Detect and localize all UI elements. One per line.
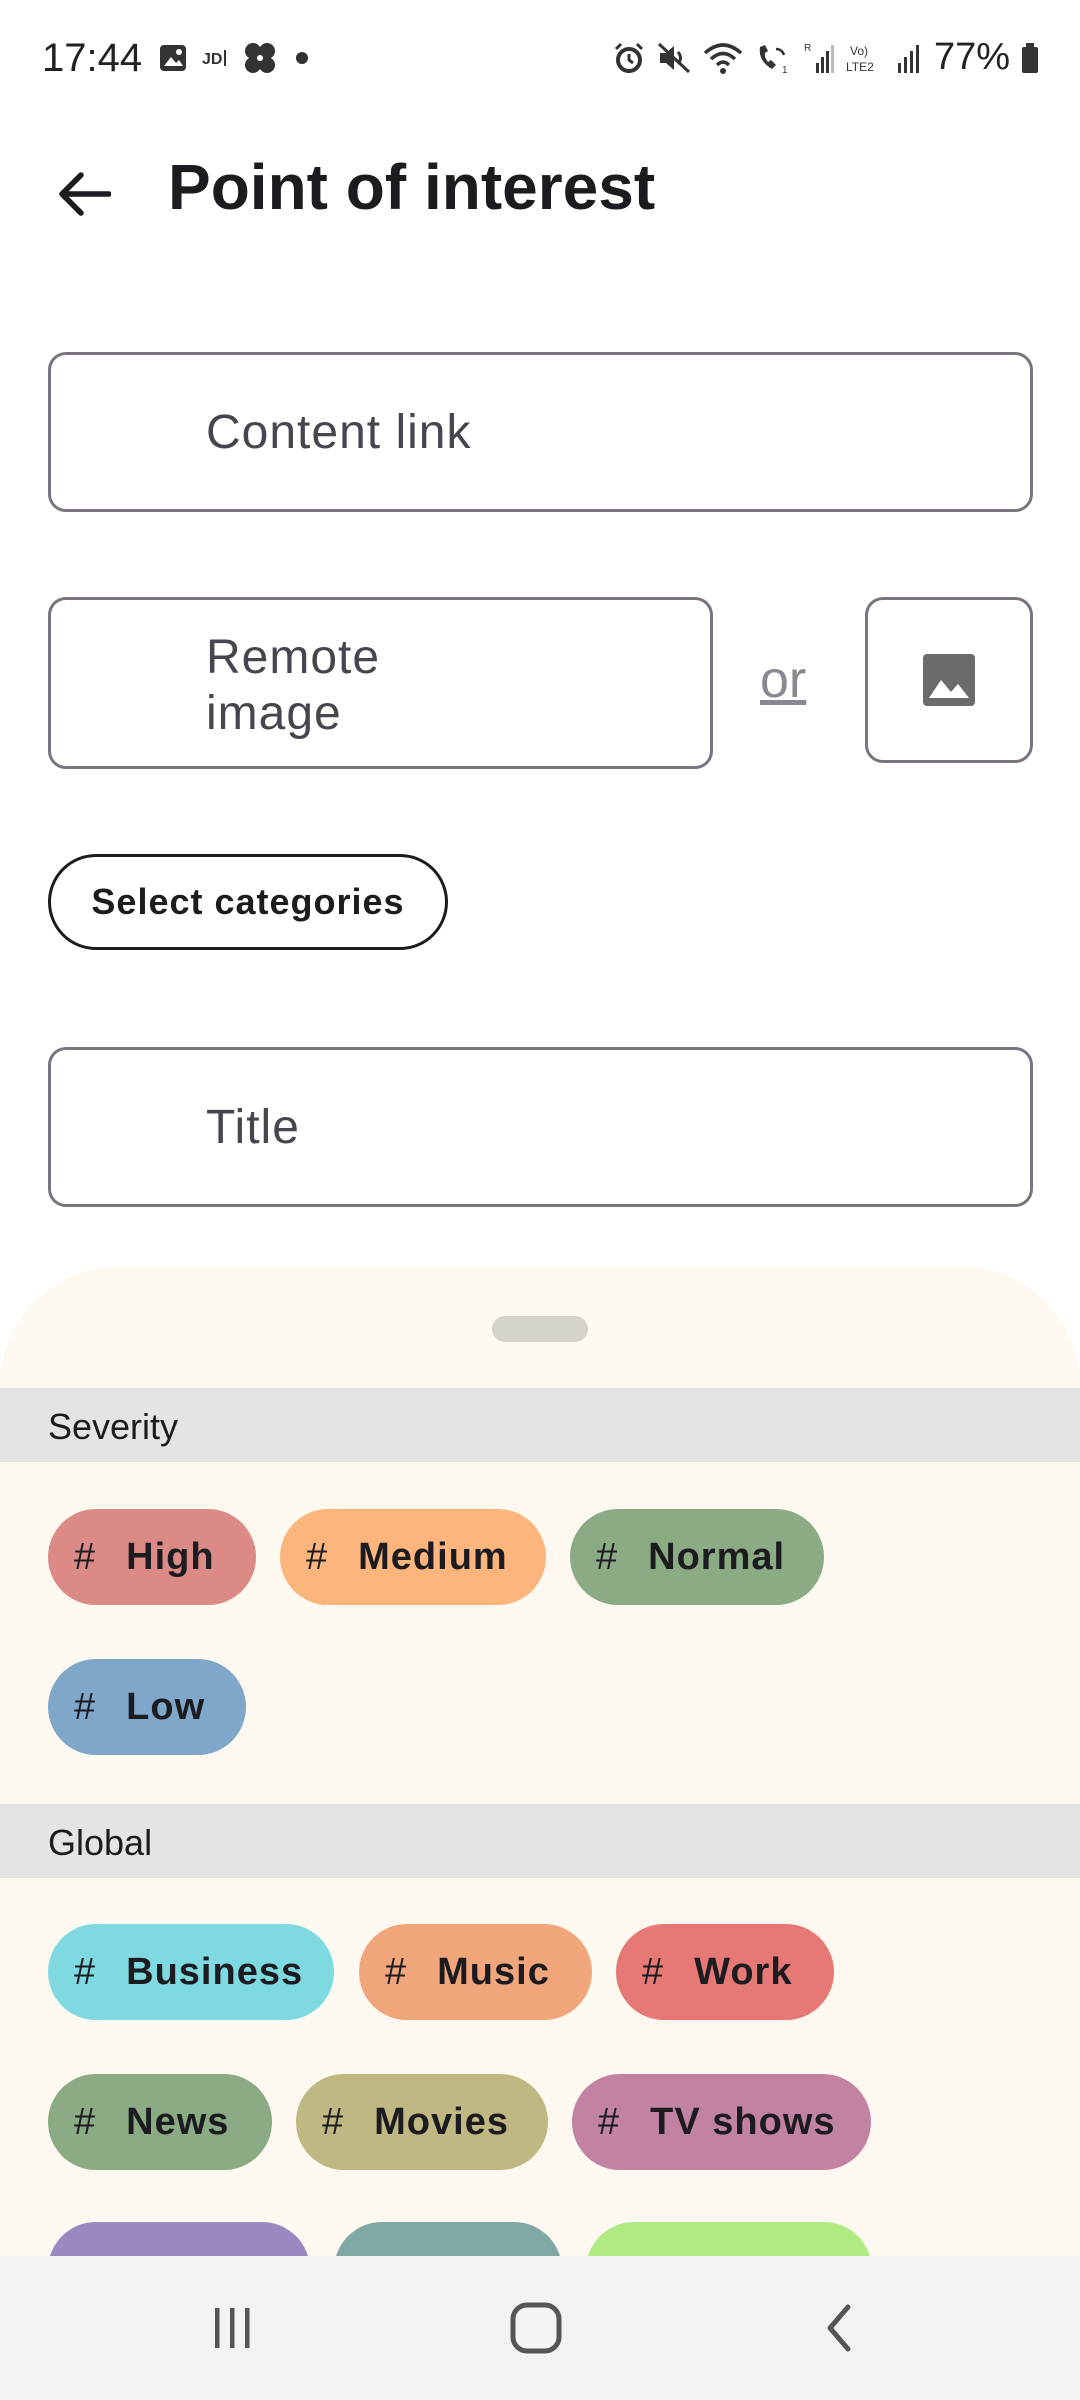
svg-text:JD: JD	[202, 51, 222, 68]
back-icon	[820, 2301, 860, 2355]
hash-icon: #	[74, 1535, 97, 1578]
jd-icon: JD	[202, 47, 228, 69]
hash-icon: #	[642, 1950, 665, 1993]
svg-text:R: R	[804, 43, 811, 54]
chip-low[interactable]: # Low	[48, 1659, 246, 1755]
mute-icon	[656, 41, 692, 75]
chip-label: Work	[694, 1950, 793, 1993]
status-time: 17:44	[42, 36, 143, 80]
drag-handle[interactable]	[492, 1316, 588, 1342]
svg-text:LTE2: LTE2	[846, 60, 874, 74]
system-icons: 1 R Vo) LTE2 77%	[612, 36, 1040, 79]
chip-high[interactable]: # High	[48, 1509, 256, 1605]
hash-icon: #	[385, 1950, 408, 1993]
hash-icon: #	[74, 2100, 97, 2143]
chip-label: Movies	[374, 2100, 509, 2143]
page-title: Point of interest	[168, 151, 656, 223]
chip-tv-shows[interactable]: # TV shows	[572, 2074, 871, 2170]
chip-label: Low	[126, 1685, 206, 1728]
content-link-field[interactable]: Content link	[48, 352, 1033, 512]
chip-music[interactable]: # Music	[359, 1924, 592, 2020]
chip-label: News	[126, 2100, 230, 2143]
chip-label: Business	[126, 1950, 304, 1993]
wifi-icon	[702, 41, 744, 75]
title-field[interactable]: Title	[48, 1047, 1033, 1207]
chip-label: Normal	[648, 1535, 786, 1578]
system-nav-bar	[0, 2256, 1080, 2400]
volte-icon: Vo) LTE2	[846, 41, 886, 75]
or-label: or	[760, 651, 807, 709]
hash-icon: #	[74, 1685, 97, 1728]
chip-label: High	[126, 1535, 215, 1578]
pinwheel-icon	[242, 40, 278, 76]
image-picker-button[interactable]	[865, 597, 1033, 763]
chip-partial[interactable]	[586, 2222, 872, 2256]
section-header-global: Global	[0, 1804, 1080, 1878]
section-header-severity: Severity	[0, 1388, 1080, 1462]
wifi-calling-icon: 1	[754, 41, 794, 75]
hash-icon: #	[306, 1535, 329, 1578]
chip-label: TV shows	[650, 2100, 836, 2143]
app-bar: Point of interest	[0, 120, 1080, 250]
nav-back-button[interactable]	[790, 2288, 890, 2368]
content-link-placeholder: Content link	[206, 406, 472, 459]
home-icon	[508, 2300, 564, 2356]
recents-icon	[208, 2303, 258, 2353]
gallery-icon	[158, 43, 188, 73]
chip-partial[interactable]	[48, 2222, 310, 2256]
battery-icon	[1020, 41, 1040, 75]
home-button[interactable]	[486, 2288, 586, 2368]
chip-partial[interactable]	[334, 2222, 562, 2256]
chip-label: Music	[437, 1950, 550, 1993]
recents-button[interactable]	[183, 2288, 283, 2368]
title-placeholder: Title	[206, 1101, 300, 1154]
svg-text:Vo): Vo)	[850, 44, 868, 58]
dot-icon	[292, 48, 312, 68]
signal-icon: R	[804, 41, 836, 75]
hash-icon: #	[596, 1535, 619, 1578]
select-categories-button[interactable]: Select categories	[48, 854, 448, 950]
signal-icon	[896, 41, 924, 75]
section-title: Global	[48, 1822, 153, 1863]
section-title: Severity	[48, 1406, 179, 1447]
notification-icons: JD	[158, 40, 312, 76]
battery-percent: 77%	[933, 36, 1010, 78]
chip-news[interactable]: # News	[48, 2074, 272, 2170]
chip-label: Medium	[358, 1535, 508, 1578]
hash-icon: #	[598, 2100, 621, 2143]
chip-medium[interactable]: # Medium	[280, 1509, 546, 1605]
image-icon	[921, 652, 977, 708]
status-bar: 17:44 JD 1 R Vo) LTE2 77%	[0, 0, 1080, 120]
hash-icon: #	[74, 1950, 97, 1993]
arrow-back-icon	[57, 171, 111, 217]
chip-business[interactable]: # Business	[48, 1924, 334, 2020]
svg-text:1: 1	[782, 65, 788, 75]
hash-icon: #	[322, 2100, 345, 2143]
remote-image-field[interactable]: Remote image	[48, 597, 713, 769]
alarm-icon	[612, 41, 646, 75]
chip-work[interactable]: # Work	[616, 1924, 834, 2020]
chip-movies[interactable]: # Movies	[296, 2074, 548, 2170]
chip-normal[interactable]: # Normal	[570, 1509, 824, 1605]
back-button[interactable]	[44, 154, 124, 234]
remote-image-placeholder: Remote image	[206, 631, 381, 740]
categories-bottom-sheet: Severity # High # Medium # Normal # Low …	[0, 1266, 1080, 2256]
